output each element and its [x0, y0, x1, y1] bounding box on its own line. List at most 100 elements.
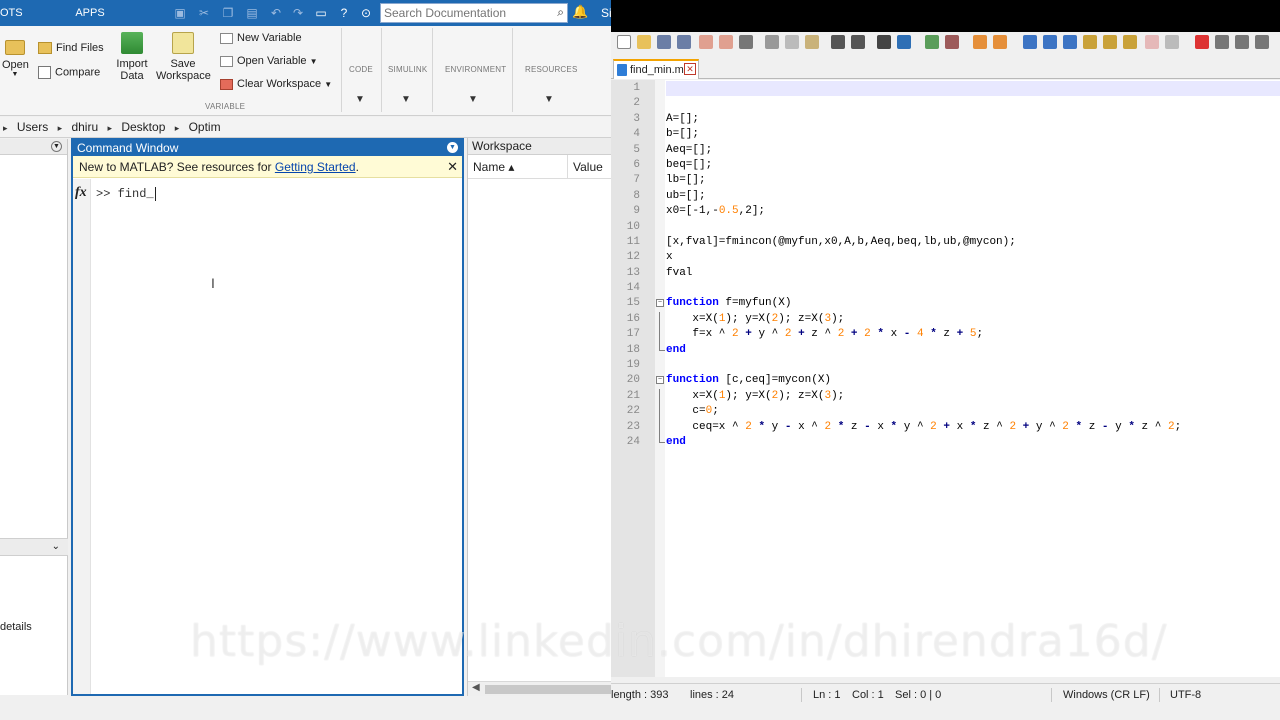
doc-map-icon[interactable]: [1103, 35, 1117, 49]
environment-section[interactable]: ENVIRONMENT: [445, 65, 506, 74]
scroll-left-icon[interactable]: ◀: [472, 682, 480, 693]
code-line[interactable]: 9 x0=[-1,-0.5,2];: [611, 204, 1280, 219]
code-line[interactable]: 22 c=0;: [611, 404, 1280, 420]
breadcrumb-desktop[interactable]: Desktop: [121, 120, 165, 134]
tab-apps[interactable]: APPS: [60, 0, 120, 26]
compare-button[interactable]: Compare: [38, 66, 100, 79]
scrollbar-thumb[interactable]: [485, 685, 611, 694]
play-macro-icon[interactable]: [1235, 35, 1249, 49]
close-file-icon[interactable]: [699, 35, 713, 49]
open-file-icon[interactable]: [637, 35, 651, 49]
fx-function-browser-icon[interactable]: fx: [75, 185, 87, 201]
run-macro-multiple-icon[interactable]: [1255, 35, 1269, 49]
search-input[interactable]: [381, 4, 547, 22]
undo-icon[interactable]: [831, 35, 845, 49]
udl-icon[interactable]: [1083, 35, 1097, 49]
fold-toggle-icon[interactable]: −: [656, 299, 664, 308]
stop-macro-icon[interactable]: [1215, 35, 1229, 49]
tab-find-min[interactable]: find_min.m ✕: [613, 59, 699, 79]
environment-chevron-icon[interactable]: ▼: [468, 94, 478, 105]
current-folder-address-bar[interactable]: ▸ Users ▸ dhiru ▸ Desktop ▸ Optim: [0, 117, 611, 138]
command-window[interactable]: Command Window ▼ New to MATLAB? See reso…: [71, 138, 464, 696]
word-wrap-icon[interactable]: [1023, 35, 1037, 49]
code-line[interactable]: 20 − function [c,ceq]=mycon(X): [611, 373, 1280, 388]
new-file-icon[interactable]: [617, 35, 631, 49]
column-name-header[interactable]: Name ▴: [473, 155, 514, 179]
breadcrumb-optim[interactable]: Optim: [189, 120, 221, 134]
open-variable-button[interactable]: Open Variable ▼: [220, 55, 318, 67]
tab-plots[interactable]: OTS: [0, 0, 23, 26]
save-icon[interactable]: [657, 35, 671, 49]
column-value-header[interactable]: Value: [573, 155, 603, 179]
code-line[interactable]: 5 Aeq=[];: [611, 143, 1280, 158]
code-line[interactable]: 16 x=X(1); y=X(2); z=X(3);: [611, 311, 1280, 328]
cut-icon[interactable]: [765, 35, 779, 49]
code-line[interactable]: 24 end: [611, 434, 1280, 450]
redo-icon[interactable]: [851, 35, 865, 49]
switch-windows-icon[interactable]: ▭: [313, 5, 329, 21]
code-line[interactable]: 11 [x,fval]=fmincon(@myfun,x0,A,b,Aeq,beq…: [611, 235, 1280, 250]
help-icon[interactable]: ?: [336, 5, 352, 21]
undo-icon[interactable]: ↶: [268, 5, 284, 21]
import-data-button[interactable]: Import Data: [114, 32, 150, 82]
sync-horizontal-icon[interactable]: [993, 35, 1007, 49]
breadcrumb-users[interactable]: Users: [17, 120, 48, 134]
code-line[interactable]: 23 ceq=x ^ 2 * y - x ^ 2 * z - x * y ^ 2…: [611, 419, 1280, 435]
code-line[interactable]: 8 ub=[];: [611, 189, 1280, 204]
chevron-down-icon[interactable]: ⌄: [52, 541, 60, 552]
paste-icon[interactable]: ▤: [244, 5, 260, 21]
find-files-button[interactable]: Find Files: [38, 42, 104, 55]
code-line[interactable]: 12 x: [611, 250, 1280, 265]
command-prompt[interactable]: >> find_: [96, 187, 156, 201]
function-list-icon[interactable]: [1123, 35, 1137, 49]
save-all-icon[interactable]: [677, 35, 691, 49]
copy-icon[interactable]: ❐: [220, 5, 236, 21]
code-line[interactable]: 19: [611, 358, 1280, 373]
zoom-in-icon[interactable]: [925, 35, 939, 49]
save-icon[interactable]: ▣: [172, 5, 188, 21]
status-encoding[interactable]: UTF-8: [1170, 684, 1201, 706]
panel-options-icon[interactable]: ▼: [447, 142, 458, 153]
simulink-chevron-icon[interactable]: ▼: [401, 94, 411, 105]
code-line[interactable]: 17 f=x ^ 2 + y ^ 2 + z ^ 2 + 2 * x - 4 *…: [611, 327, 1280, 343]
code-line[interactable]: 6 beq=[];: [611, 158, 1280, 173]
code-chevron-icon[interactable]: ▼: [355, 94, 365, 105]
sync-vertical-icon[interactable]: [973, 35, 987, 49]
code-line[interactable]: 10: [611, 220, 1280, 235]
code-lines[interactable]: 1 2 3 A=[]; 4 b=[]; 5 Aeq=[]; 6 beq=[]; 7 lb=[]; 8 ub…: [611, 81, 1280, 450]
command-window-body[interactable]: fx >> find_ I: [73, 179, 462, 694]
monitoring-icon[interactable]: [1165, 35, 1179, 49]
close-icon[interactable]: ✕: [684, 63, 696, 75]
code-section[interactable]: CODE: [349, 65, 373, 74]
search-icon[interactable]: ⌕: [557, 5, 564, 20]
code-line[interactable]: 2: [611, 96, 1280, 111]
copy-icon[interactable]: [785, 35, 799, 49]
sign-in-link[interactable]: Sign In: [601, 6, 611, 20]
status-eol[interactable]: Windows (CR LF): [1063, 684, 1150, 706]
resources-section[interactable]: RESOURCES: [525, 65, 577, 74]
code-editor[interactable]: 1 2 3 A=[]; 4 b=[]; 5 Aeq=[]; 6 beq=[]; 7 lb=[]; 8 ub…: [611, 80, 1280, 677]
print-icon[interactable]: [739, 35, 753, 49]
quick-access-options-icon[interactable]: ⊙: [358, 5, 374, 21]
getting-started-link[interactable]: Getting Started: [275, 160, 356, 174]
horizontal-scrollbar[interactable]: ◀: [468, 681, 611, 696]
code-line[interactable]: 7 lb=[];: [611, 173, 1280, 188]
code-line[interactable]: 4 b=[];: [611, 127, 1280, 142]
details-header[interactable]: ⌄: [0, 538, 68, 556]
breadcrumb-dhiru[interactable]: dhiru: [71, 120, 98, 134]
find-icon[interactable]: [877, 35, 891, 49]
zoom-out-icon[interactable]: [945, 35, 959, 49]
code-line[interactable]: 13 fval: [611, 266, 1280, 281]
code-line[interactable]: 15 − function f=myfun(X): [611, 296, 1280, 311]
clear-workspace-button[interactable]: Clear Workspace ▼: [220, 78, 332, 90]
code-line[interactable]: 14: [611, 281, 1280, 296]
redo-icon[interactable]: ↷: [290, 5, 306, 21]
panel-options-icon[interactable]: ▼: [51, 141, 62, 152]
resources-chevron-icon[interactable]: ▼: [544, 94, 554, 105]
fold-toggle-icon[interactable]: −: [656, 376, 664, 385]
code-line[interactable]: 18 end: [611, 342, 1280, 358]
code-line[interactable]: 3 A=[];: [611, 112, 1280, 127]
notification-bell-icon[interactable]: 🔔: [572, 4, 588, 20]
new-variable-button[interactable]: New Variable: [220, 32, 302, 44]
close-icon[interactable]: ✕: [447, 156, 458, 178]
